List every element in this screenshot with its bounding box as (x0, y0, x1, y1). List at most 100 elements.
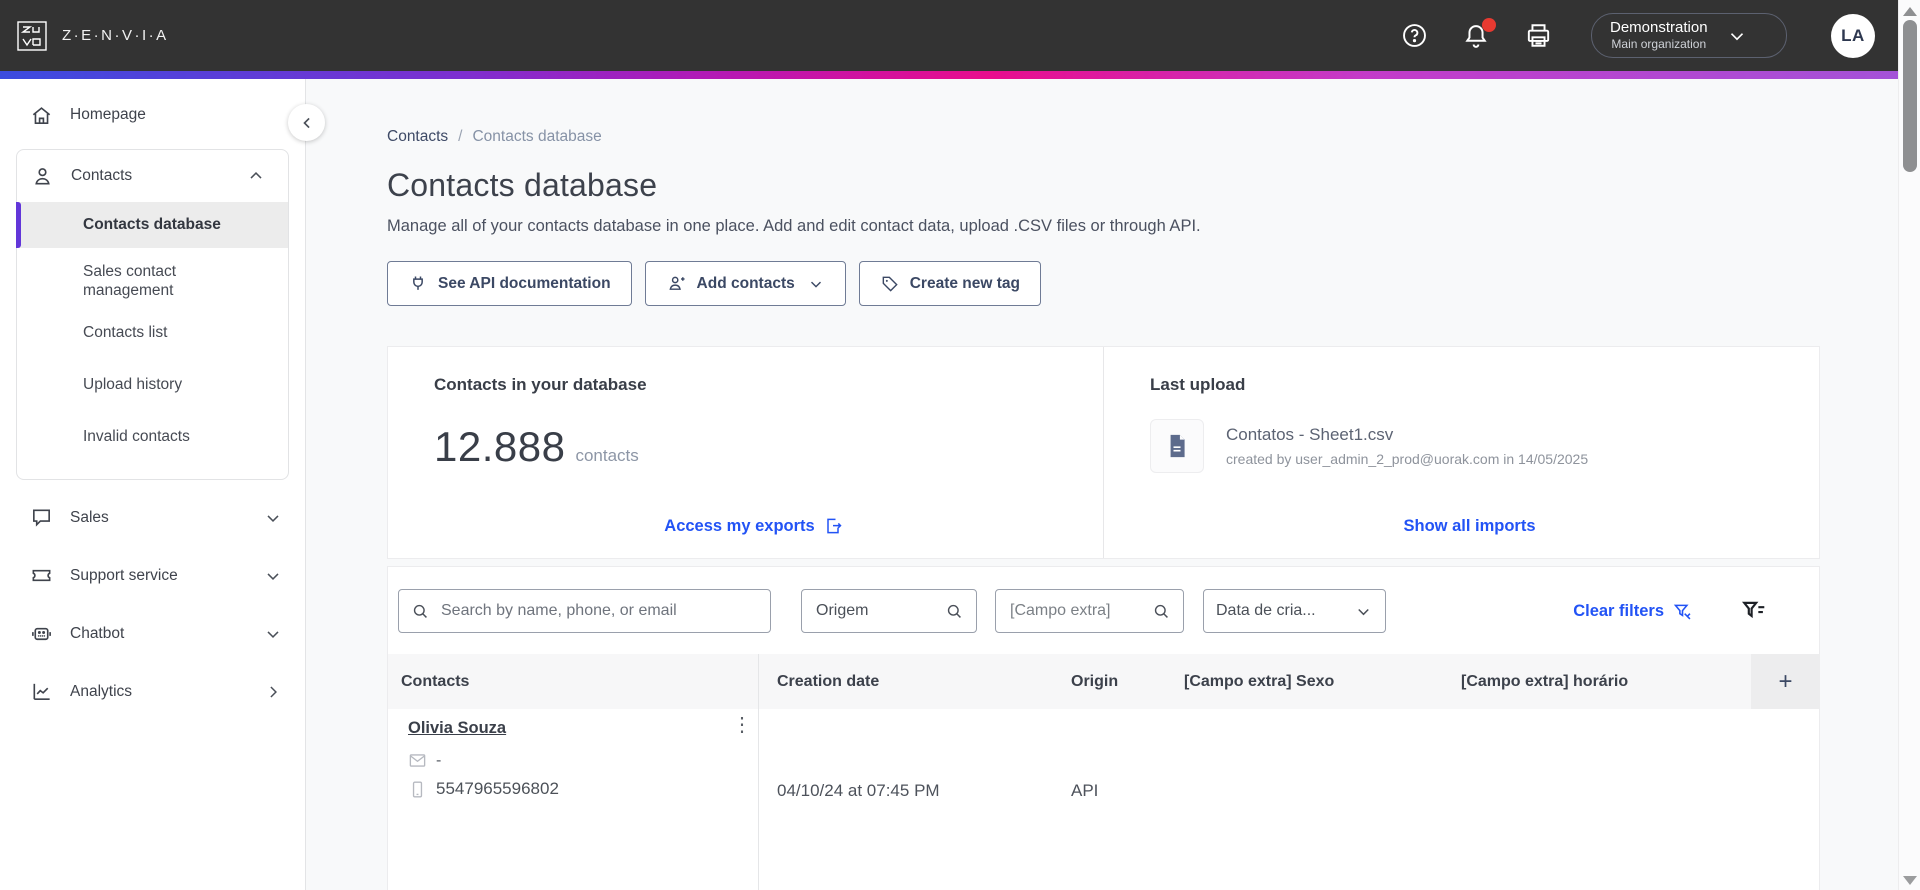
stats-card: Contacts in your database 12.888 contact… (387, 346, 1820, 559)
sidebar-item-label: Sales (70, 508, 109, 526)
envelope-icon (408, 751, 427, 770)
chevron-up-icon (246, 166, 266, 186)
breadcrumb-contacts[interactable]: Contacts (387, 128, 448, 146)
sidebar-item-label: Sales contact management (83, 263, 177, 300)
access-exports-link[interactable]: Access my exports (664, 516, 842, 536)
brand-gradient-bar (0, 71, 1898, 79)
app-window: Z·E·N·V·I·A Demonstration Main organizat… (0, 0, 1920, 890)
sidebar-item-label: Contacts list (83, 324, 168, 342)
contact-email-line: - (408, 751, 441, 770)
column-header-origin[interactable]: Origin (1071, 654, 1118, 709)
last-upload-panel: Last upload Contatos - Sheet1.csv create… (1103, 347, 1819, 558)
sidebar-item-label: Contacts (71, 167, 133, 184)
contact-email-value: - (436, 751, 442, 769)
link-label: Access my exports (664, 516, 815, 535)
sidebar-item-sales[interactable]: Sales (0, 496, 305, 540)
sidebar-collapse-button[interactable] (288, 104, 325, 141)
contact-creation-date: 04/10/24 at 07:45 PM (777, 781, 940, 800)
search-icon (411, 602, 430, 621)
scrollbar-thumb[interactable] (1903, 20, 1917, 172)
help-icon[interactable] (1401, 22, 1428, 49)
sidebar-item-contacts-list[interactable]: Contacts list (17, 321, 288, 345)
chat-bubble-icon (30, 506, 53, 529)
column-header-creation-date[interactable]: Creation date (777, 654, 879, 709)
organization-subtitle: Main organization (1611, 37, 1707, 52)
search-input[interactable] (439, 601, 758, 621)
ticket-icon (30, 564, 53, 587)
sidebar-item-support-service[interactable]: Support service (0, 554, 305, 598)
creation-date-filter[interactable]: Data de cria... (1203, 589, 1386, 633)
contacts-count-row: 12.888 contacts (434, 423, 1073, 471)
contact-phone-line: 5547965596802 (408, 779, 559, 799)
contacts-count-value: 12.888 (434, 423, 566, 470)
link-label: Show all imports (1403, 517, 1536, 535)
column-header-campo-horario[interactable]: [Campo extra] horário (1461, 654, 1628, 709)
clear-filters-link[interactable]: Clear filters (1573, 601, 1693, 622)
main-content: Contacts / Contacts database Contacts da… (306, 79, 1898, 890)
sidebar-item-homepage[interactable]: Homepage (0, 93, 305, 137)
sidebar-item-label: Support service (70, 566, 178, 584)
column-header-contacts[interactable]: Contacts (401, 654, 469, 709)
notification-badge (1482, 17, 1496, 32)
file-name: Contatos - Sheet1.csv (1226, 425, 1394, 444)
column-header-campo-sexo[interactable]: [Campo extra] Sexo (1184, 654, 1334, 709)
notifications-bell-icon[interactable] (1462, 17, 1496, 50)
contacts-table-card: Data de cria... Clear filters (387, 566, 1820, 890)
sidebar-item-chatbot[interactable]: Chatbot (0, 612, 305, 656)
button-label: Create new tag (909, 274, 1020, 292)
create-new-tag-button[interactable]: Create new tag (858, 261, 1041, 306)
chevron-right-icon (263, 682, 283, 702)
contacts-person-icon (31, 165, 54, 188)
filter-funnel-icon[interactable] (1741, 598, 1767, 624)
campo-extra-filter[interactable] (995, 589, 1184, 633)
scrollbar-up-arrow-icon[interactable] (1903, 7, 1917, 16)
csv-file-icon (1150, 419, 1204, 473)
origem-input[interactable] (814, 601, 945, 621)
sidebar-item-label: Chatbot (70, 624, 125, 642)
show-all-imports-link[interactable]: Show all imports (1403, 517, 1535, 536)
chevron-down-icon (263, 566, 283, 586)
add-contacts-button[interactable]: Add contacts (644, 261, 846, 306)
sidebar-contacts-group: Contacts Contacts database Sales contact… (16, 149, 289, 480)
user-avatar[interactable]: LA (1831, 13, 1875, 58)
search-box[interactable] (398, 589, 771, 633)
page-title: Contacts database (387, 167, 658, 203)
home-icon (30, 104, 53, 127)
campo-extra-input[interactable] (1008, 601, 1152, 621)
selected-indicator (16, 202, 21, 248)
filters-row: Data de cria... Clear filters (388, 567, 1819, 633)
plug-icon (408, 274, 428, 294)
see-api-documentation-button[interactable]: See API documentation (387, 261, 632, 306)
sidebar-item-invalid-contacts[interactable]: Invalid contacts (17, 425, 288, 449)
printer-icon[interactable] (1524, 21, 1553, 50)
contacts-count-panel: Contacts in your database 12.888 contact… (388, 347, 1103, 558)
sidebar: Homepage Contacts Contacts database Sale… (0, 79, 306, 890)
page-scrollbar[interactable] (1898, 0, 1920, 890)
sidebar-item-label: Homepage (70, 106, 146, 123)
chevron-down-icon (263, 624, 283, 644)
action-buttons: See API documentation Add contacts Creat… (387, 261, 1898, 306)
contacts-count-unit: contacts (575, 446, 639, 465)
file-texts: Contatos - Sheet1.csv created by user_ad… (1226, 425, 1588, 467)
sidebar-item-label: Analytics (70, 682, 133, 700)
origem-filter[interactable] (801, 589, 977, 633)
organization-labels: Demonstration Main organization (1610, 19, 1708, 53)
organization-switcher[interactable]: Demonstration Main organization (1591, 12, 1787, 59)
sidebar-item-contacts-database[interactable]: Contacts database (16, 202, 288, 248)
sidebar-item-label: Contacts database (83, 216, 221, 233)
contact-phone-value: 5547965596802 (436, 779, 559, 798)
contact-name-link[interactable]: Olivia Souza (408, 719, 506, 738)
topbar-actions: Demonstration Main organization LA (1367, 12, 1875, 59)
add-column-button[interactable]: + (1751, 654, 1820, 709)
breadcrumb-separator: / (458, 128, 463, 145)
sidebar-item-upload-history[interactable]: Upload history (17, 373, 288, 397)
mobile-phone-icon (408, 780, 427, 799)
sidebar-item-analytics[interactable]: Analytics (0, 670, 305, 714)
filter-clear-icon (1672, 601, 1693, 622)
zenvia-logo-icon (17, 20, 47, 51)
breadcrumb-current[interactable]: Contacts database (472, 128, 601, 146)
row-kebab-menu-icon[interactable]: ⋮ (732, 715, 752, 735)
sidebar-item-sales-contact-management[interactable]: Sales contact management (17, 262, 288, 301)
scrollbar-down-arrow-icon[interactable] (1903, 876, 1917, 885)
sidebar-item-contacts[interactable]: Contacts (17, 154, 288, 198)
